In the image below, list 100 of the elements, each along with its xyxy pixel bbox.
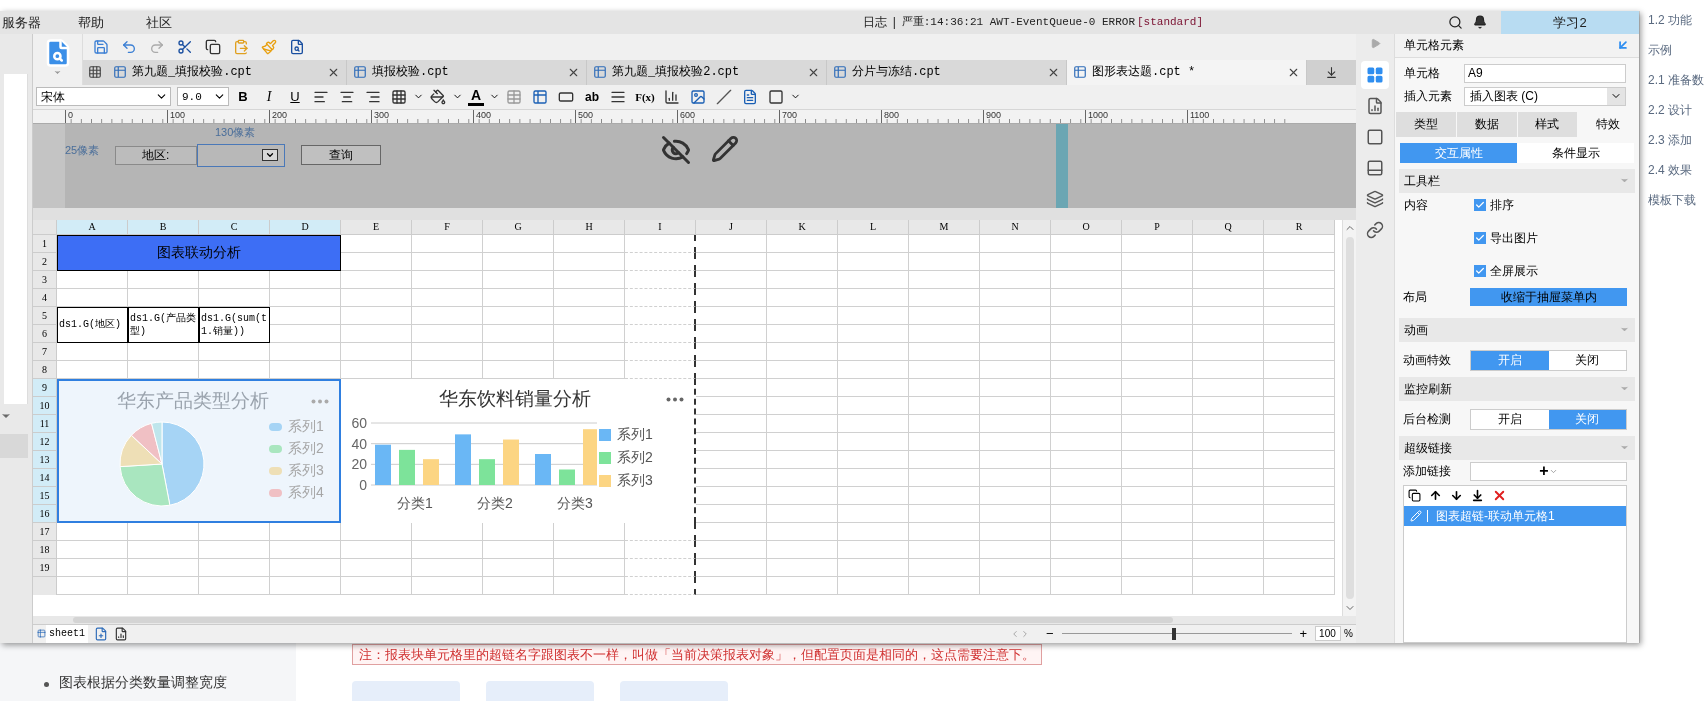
toc-link[interactable]: 示例: [1648, 40, 1707, 59]
grid-add-icon[interactable]: [88, 65, 102, 80]
toc-link[interactable]: 2.3 添加: [1648, 130, 1707, 149]
eye-off-icon[interactable]: [661, 135, 691, 166]
toc-link[interactable]: 2.4 效果: [1648, 160, 1707, 179]
field-label: 后台检测: [1403, 411, 1452, 429]
field-label: 动画特效: [1403, 352, 1452, 370]
dropdown-field[interactable]: [197, 143, 285, 167]
toc-link[interactable]: 2.2 设计: [1648, 100, 1707, 119]
search-icon[interactable]: [1448, 14, 1463, 30]
axis-tick-label: 60: [351, 415, 367, 432]
horizontal-scrollbar[interactable]: [73, 616, 1173, 623]
expand-icon[interactable]: [1369, 37, 1381, 49]
toggle-option[interactable]: 开启: [1471, 409, 1549, 429]
sheet-tab[interactable]: sheet1: [46, 624, 88, 643]
underline-button[interactable]: U: [283, 87, 307, 107]
grid-cell[interactable]: [625, 342, 696, 361]
section-header[interactable]: 超级链接: [1399, 435, 1635, 460]
query-button[interactable]: 查询: [301, 145, 381, 166]
italic-button[interactable]: I: [257, 86, 281, 108]
grid-cell[interactable]: [625, 576, 696, 595]
grid-cell[interactable]: [625, 306, 696, 325]
select-value: 宋体: [41, 88, 65, 106]
section-header[interactable]: 工具栏: [1399, 168, 1635, 193]
font-color-button[interactable]: A: [465, 86, 487, 107]
more-icon[interactable]: [666, 396, 684, 402]
field-label: 地区:: [115, 145, 197, 165]
legend-label: 系列3: [617, 471, 653, 491]
zoom-slider[interactable]: [1061, 627, 1292, 640]
tab-label: 分片与冻结.cpt: [852, 64, 942, 82]
category-label: 分类1: [397, 495, 433, 512]
toc-link[interactable]: 1.2 功能: [1648, 10, 1707, 29]
menu-item[interactable]: 服务器: [0, 12, 47, 33]
zoom-in-button[interactable]: +: [1295, 623, 1312, 644]
copy-icon[interactable]: [1408, 489, 1421, 503]
add-sheet-icon[interactable]: [94, 626, 108, 641]
grid-cell[interactable]: [625, 360, 696, 379]
grid-cell[interactable]: [625, 270, 696, 289]
checkbox-label: 排序: [1490, 196, 1514, 214]
checkbox-label: 全屏展示: [1490, 262, 1538, 280]
add-link-button[interactable]: +: [1470, 461, 1627, 481]
sub-tab[interactable]: 条件显示: [1517, 142, 1634, 163]
grid-cell[interactable]: [625, 558, 696, 577]
ruler-label: 700: [782, 109, 798, 120]
menu-item[interactable]: 帮助: [72, 12, 110, 33]
grid-cell[interactable]: [625, 324, 696, 343]
slider-thumb[interactable]: [1172, 627, 1177, 640]
toc-link[interactable]: 模板下载: [1648, 190, 1707, 209]
checkbox[interactable]: [1474, 198, 1486, 211]
legend-label: 系列2: [617, 448, 653, 468]
insert-select[interactable]: 插入图表 (C): [1464, 86, 1626, 106]
axis-tick-label: 40: [351, 436, 367, 453]
checkbox[interactable]: [1474, 264, 1486, 277]
toc-link[interactable]: 2.1 准备数: [1648, 70, 1707, 89]
log-label[interactable]: 日志: [862, 13, 887, 32]
legend-label: 系列4: [288, 483, 324, 503]
grid-cell[interactable]: [625, 540, 696, 559]
grid-cell[interactable]: [625, 252, 696, 271]
layout-select[interactable]: 收缩于抽屉菜单内: [1470, 287, 1627, 306]
section-header[interactable]: 监控刷新: [1399, 376, 1635, 401]
cell-grid-icon[interactable]: [1361, 60, 1389, 89]
category-label: 分类3: [557, 495, 593, 512]
pencil-icon[interactable]: [711, 135, 739, 164]
bar: [399, 450, 415, 486]
down-arrow-icon[interactable]: [1450, 489, 1463, 503]
panel-tab[interactable]: 样式: [1517, 111, 1578, 137]
legend-label: 系列1: [617, 425, 653, 445]
section-title: 监控刷新: [1404, 380, 1452, 398]
bell-icon[interactable]: [1473, 15, 1487, 30]
bold-button[interactable]: B: [231, 87, 255, 107]
text-button[interactable]: ab: [580, 87, 604, 106]
toggle-option[interactable]: 关闭: [1548, 350, 1626, 370]
font-size-select[interactable]: 9.0: [177, 87, 229, 107]
cell-field[interactable]: A9: [1464, 63, 1626, 83]
ruler-label: 1000: [1088, 109, 1109, 120]
panel-tab[interactable]: 类型: [1396, 111, 1456, 137]
zoom-out-button[interactable]: −: [1041, 623, 1058, 644]
section-header[interactable]: 动画: [1399, 317, 1635, 342]
menu-item[interactable]: 社区: [140, 12, 178, 33]
up-arrow-icon[interactable]: [1429, 489, 1442, 503]
chart-title: 华东产品类型分析: [117, 388, 269, 413]
chart-title: 华东饮料销量分析: [439, 386, 591, 411]
note-text: 注：报表块单元格里的超链名字跟图表不一样，叫做「当前决策报表对象」，但配置页面是相同的，这点需要注意下。: [352, 643, 1042, 665]
font-select[interactable]: 宋体: [36, 87, 171, 107]
section-title: 工具栏: [1404, 172, 1440, 190]
bar: [375, 445, 391, 486]
grid-cell[interactable]: [625, 288, 696, 307]
file-tab[interactable]: 图形表达题.cpt *: [1067, 59, 1307, 85]
checkbox[interactable]: [1474, 231, 1486, 244]
formula-cell: ds1.G(产品类型): [128, 306, 199, 343]
tab-menu-icon[interactable]: [1325, 65, 1338, 79]
formula-button[interactable]: F(x): [632, 88, 658, 106]
panel-tab[interactable]: 数据: [1456, 111, 1517, 137]
report-file-icon: [113, 65, 127, 80]
user-button[interactable]: 学习2: [1501, 10, 1639, 34]
section-title: 动画: [1404, 321, 1428, 339]
legend-label: 系列3: [288, 461, 324, 481]
move-bottom-icon[interactable]: [1471, 489, 1484, 503]
add-report-icon[interactable]: [114, 626, 128, 641]
zoom-field[interactable]: 100: [1315, 626, 1342, 641]
